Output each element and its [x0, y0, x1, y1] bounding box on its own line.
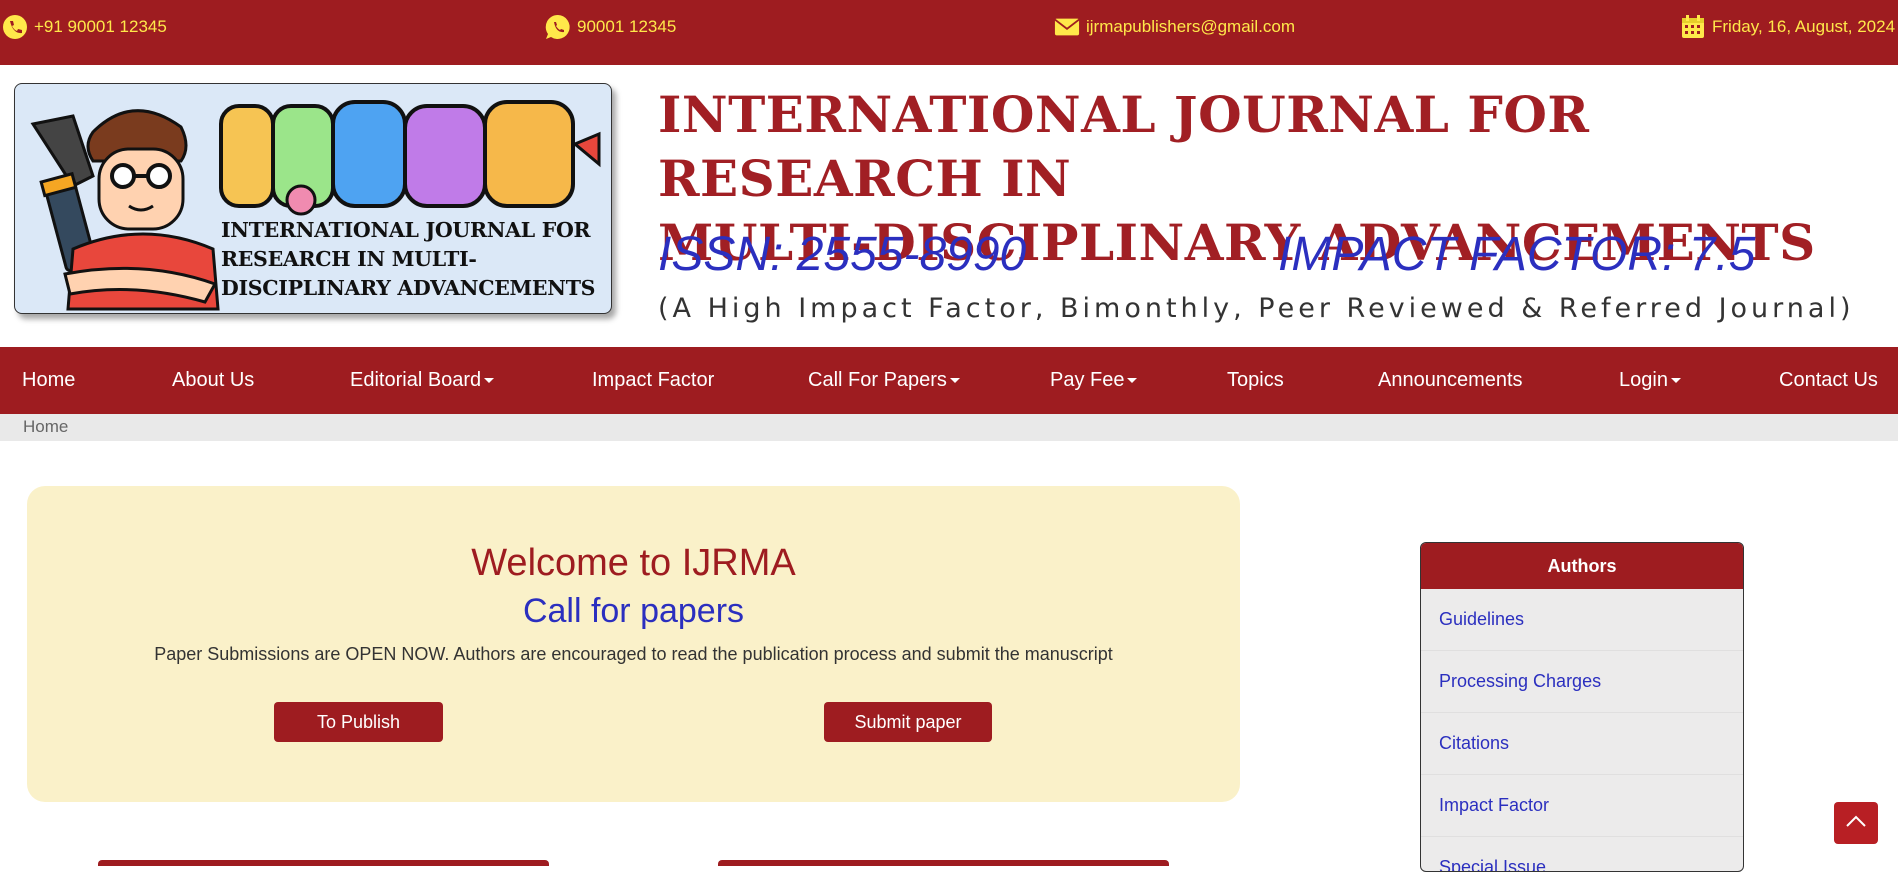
nav-impact-factor[interactable]: Impact Factor [592, 369, 714, 392]
authors-sidebar: Authors Guidelines Processing Charges Ci… [1420, 542, 1744, 872]
caret-down-icon [1670, 378, 1681, 384]
sidebar-link-special-issue[interactable]: Special Issue [1421, 837, 1743, 871]
phone-contact[interactable]: +91 90001 12345 [2, 14, 167, 40]
email-address: ijrmapublishers@gmail.com [1086, 17, 1296, 36]
nav-contact-us[interactable]: Contact Us [1779, 369, 1878, 392]
nav-impact-label: Impact Factor [592, 369, 715, 391]
current-date: Friday, 16, August, 2024 [1680, 14, 1895, 40]
welcome-heading: Welcome to IJRMA [471, 542, 796, 584]
caret-down-icon [1127, 378, 1138, 384]
breadcrumb: Home [0, 414, 1898, 441]
sidebar-title: Authors [1421, 543, 1743, 589]
nav-editorial-label: Editorial Board [350, 369, 482, 391]
date-text: Friday, 16, August, 2024 [1712, 17, 1896, 36]
logo-caption: INTERNATIONAL JOURNAL FOR RESEARCH IN MU… [221, 218, 596, 300]
nav-payfee-label: Pay Fee [1050, 369, 1125, 391]
welcome-text: Paper Submissions are OPEN NOW. Authors … [154, 644, 1113, 664]
nav-home[interactable]: Home [22, 369, 75, 392]
caret-down-icon [484, 378, 495, 384]
nav-cfp-label: Call For Papers [808, 369, 947, 391]
breadcrumb-home[interactable]: Home [23, 417, 68, 437]
impact-factor: IMPACT FACTOR: 7.5 [1278, 228, 1756, 281]
caret-down-icon [949, 378, 960, 384]
site-header: INTERNATIONAL JOURNAL FOR RESEARCH IN MU… [0, 65, 1898, 347]
phone-number: +91 90001 12345 [34, 17, 167, 36]
title-line-1: INTERNATIONAL JOURNAL FOR RESEARCH IN [658, 85, 1590, 208]
nav-announcements-label: Announcements [1378, 369, 1523, 391]
email-contact[interactable]: ijrmapublishers@gmail.com [1054, 14, 1295, 40]
content-card-top-edge [718, 860, 1169, 866]
nav-call-for-papers[interactable]: Call For Papers [808, 369, 960, 392]
nav-login[interactable]: Login [1619, 369, 1681, 392]
sidebar-link-processing-charges[interactable]: Processing Charges [1421, 651, 1743, 713]
calendar-icon [1680, 14, 1706, 40]
journal-logo[interactable]: INTERNATIONAL JOURNAL FOR RESEARCH IN MU… [14, 83, 612, 314]
call-for-papers-heading: Call for papers [522, 592, 745, 630]
issn-number: ISSN: 2555-8990 [658, 228, 1027, 281]
chevron-up-icon [1845, 814, 1867, 833]
main-navigation: Home About Us Editorial Board Impact Fac… [0, 347, 1898, 414]
sidebar-link-impact-factor[interactable]: Impact Factor [1421, 775, 1743, 837]
nav-editorial-board[interactable]: Editorial Board [350, 369, 495, 392]
to-publish-button[interactable]: To Publish [274, 702, 443, 742]
whatsapp-contact[interactable]: 90001 12345 [545, 14, 676, 40]
back-to-top-button[interactable] [1834, 802, 1878, 844]
nav-contact-label: Contact Us [1779, 369, 1878, 391]
whatsapp-number: 90001 12345 [577, 17, 677, 36]
sidebar-link-guidelines[interactable]: Guidelines [1421, 589, 1743, 651]
journal-tagline: (A High Impact Factor, Bimonthly, Peer R… [658, 293, 1855, 324]
nav-about-label: About Us [172, 369, 255, 391]
nav-pay-fee[interactable]: Pay Fee [1050, 369, 1138, 392]
nav-topics-label: Topics [1227, 369, 1284, 391]
nav-home-label: Home [22, 369, 76, 391]
sidebar-link-citations[interactable]: Citations [1421, 713, 1743, 775]
nav-login-label: Login [1619, 369, 1668, 391]
nav-about-us[interactable]: About Us [172, 369, 254, 392]
submit-paper-button[interactable]: Submit paper [824, 702, 992, 742]
nav-announcements[interactable]: Announcements [1378, 369, 1523, 392]
content-card-top-edge [98, 860, 549, 866]
nav-topics[interactable]: Topics [1227, 369, 1284, 392]
envelope-icon [1054, 14, 1080, 40]
top-contact-bar: +91 90001 12345 90001 12345 ijrmapublish… [0, 0, 1898, 65]
phone-icon [2, 14, 28, 40]
welcome-panel: Welcome to IJRMA Call for papers Paper S… [27, 486, 1240, 802]
whatsapp-icon [545, 14, 571, 40]
